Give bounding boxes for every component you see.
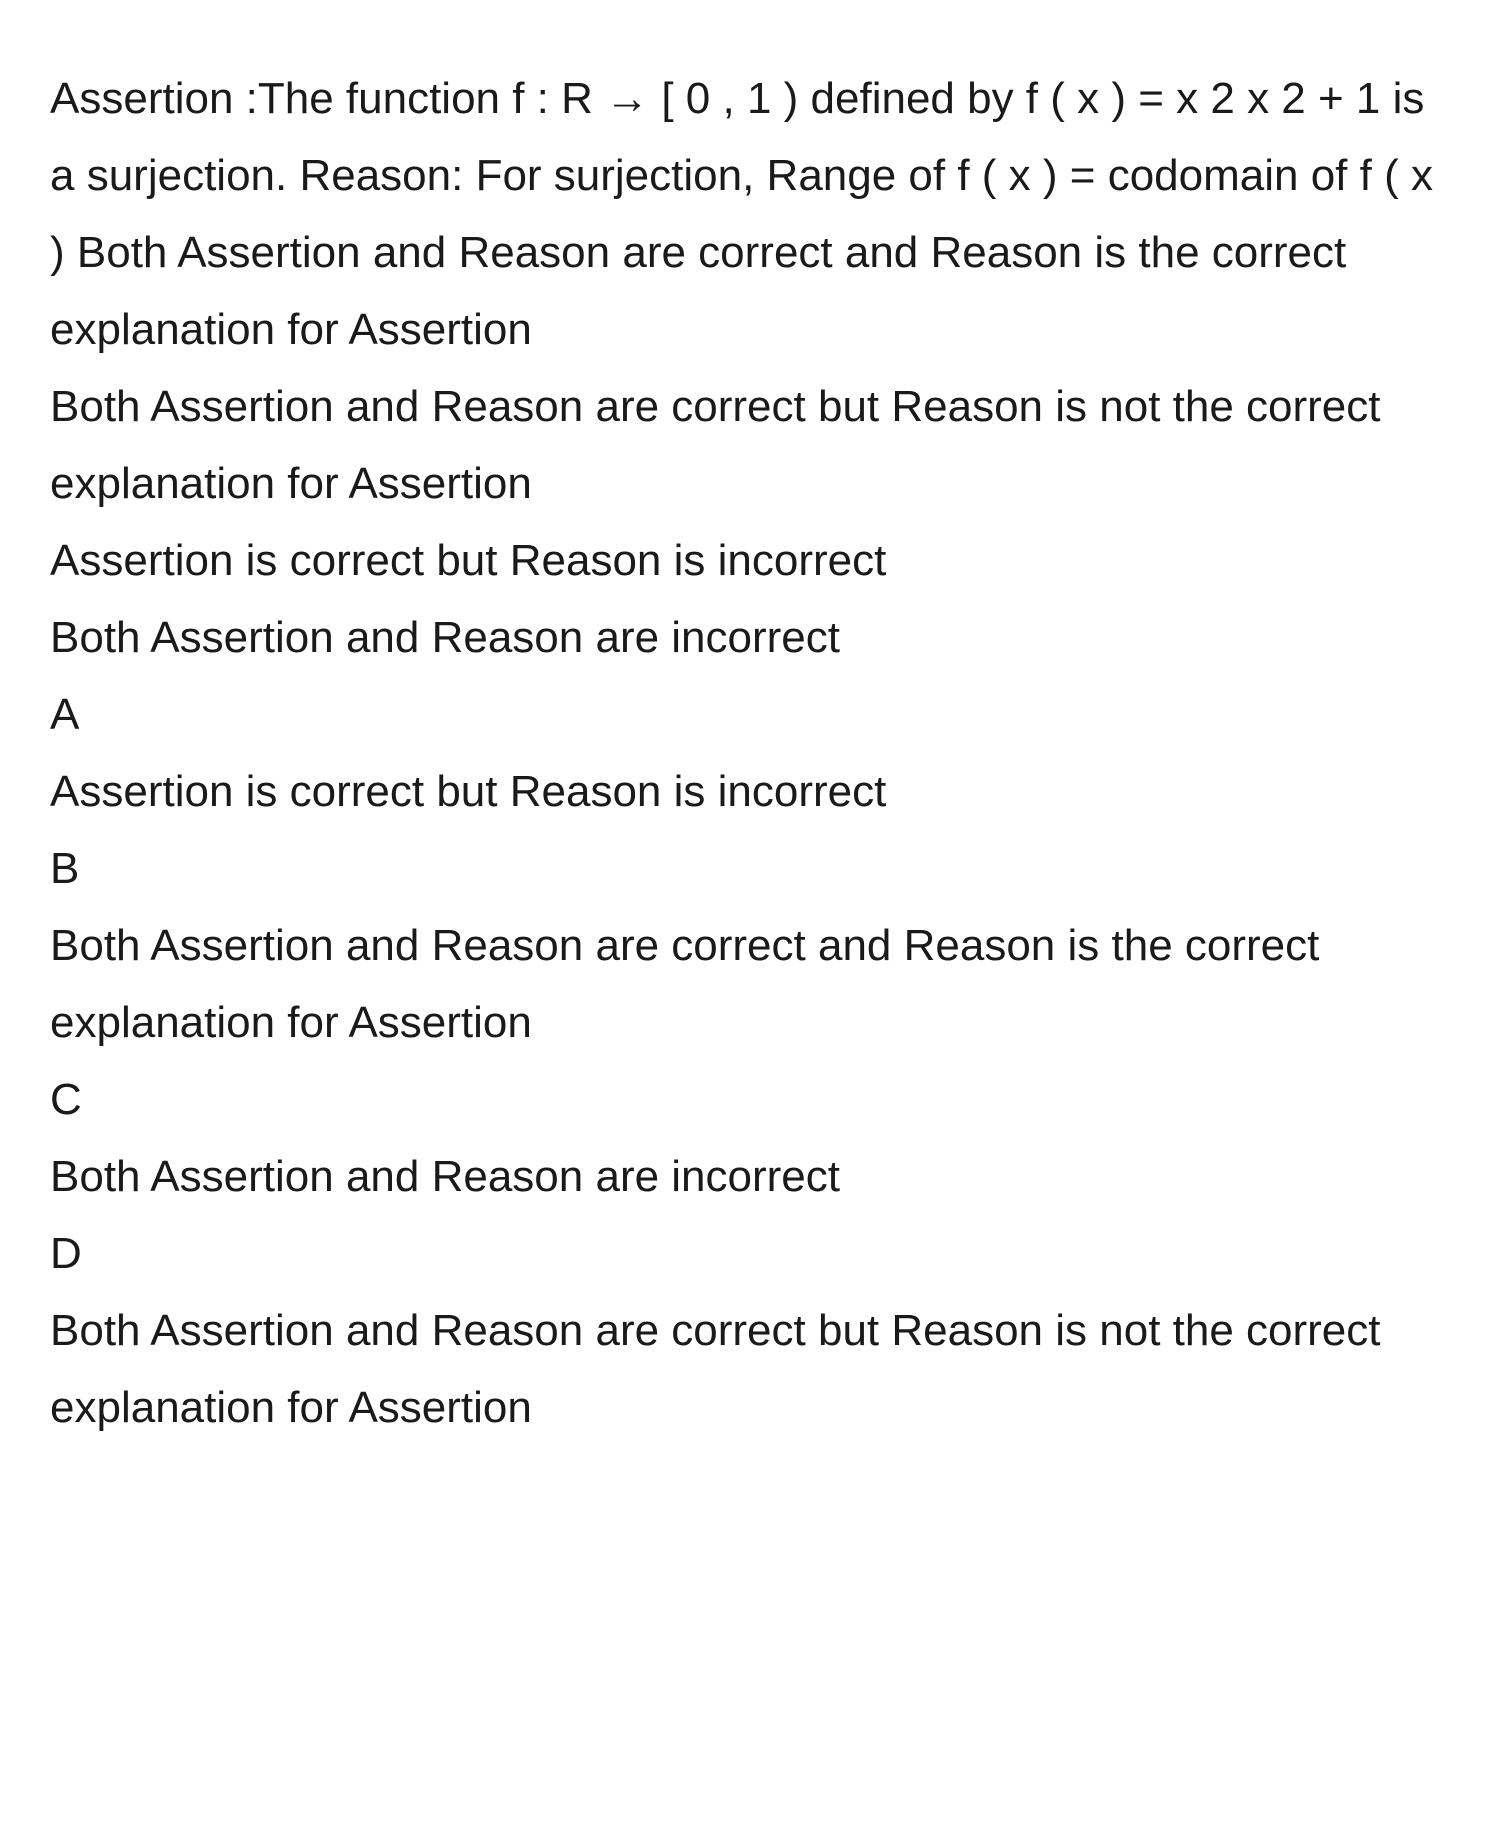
option-a-label: A <box>50 676 1450 753</box>
option-c-label: C <box>50 1061 1450 1138</box>
option-b-text: Both Assertion and Reason are correct an… <box>50 907 1450 1061</box>
option-d-text: Both Assertion and Reason are correct bu… <box>50 1292 1450 1446</box>
question-line-4: Both Assertion and Reason are incorrect <box>50 599 1450 676</box>
question-main-text: Assertion :The function f : R → [ 0 , 1 … <box>50 60 1450 368</box>
option-a-text: Assertion is correct but Reason is incor… <box>50 753 1450 830</box>
option-c-text: Both Assertion and Reason are incorrect <box>50 1138 1450 1215</box>
option-b-label: B <box>50 830 1450 907</box>
question-line-2: Both Assertion and Reason are correct bu… <box>50 368 1450 522</box>
option-d-label: D <box>50 1215 1450 1292</box>
question-content: Assertion :The function f : R → [ 0 , 1 … <box>50 60 1450 1446</box>
question-line-3: Assertion is correct but Reason is incor… <box>50 522 1450 599</box>
